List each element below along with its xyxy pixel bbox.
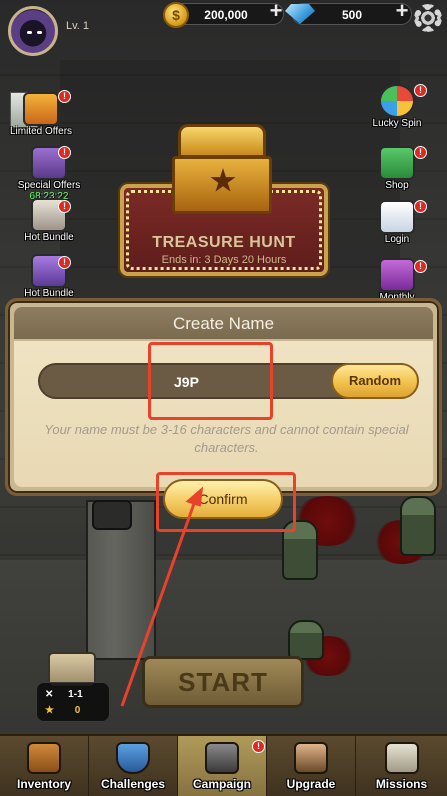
crossed-swords-icon: ✕ (45, 689, 54, 700)
notification-badge: ! (58, 146, 71, 159)
monthly-button[interactable]: Monthly ! (362, 258, 432, 303)
limited-offers-button[interactable]: Limited Offers ! (6, 90, 76, 137)
start-button[interactable]: START (142, 656, 304, 708)
gear-icon[interactable] (414, 4, 442, 32)
stage-number: 1-1 (68, 689, 83, 700)
tab-inventory-label: Inventory (16, 777, 71, 791)
tab-upgrade-label: Upgrade (286, 777, 336, 791)
soldier-icon (294, 742, 328, 774)
calendar-icon (379, 200, 415, 234)
stars-row: ★ 0 (45, 705, 80, 716)
add-gems-button[interactable]: + (392, 0, 412, 22)
shop-button[interactable]: Shop ! (362, 146, 432, 191)
tab-campaign-label: Campaign (192, 777, 251, 791)
treasure-chest-icon (172, 124, 272, 216)
tab-campaign[interactable]: Campaign ! (178, 736, 267, 796)
star-icon: ★ (45, 705, 54, 716)
add-coins-button[interactable]: + (266, 0, 286, 22)
stars-count: 0 (74, 705, 81, 716)
lucky-spin-label: Lucky Spin (372, 118, 422, 129)
bottom-tab-bar: Inventory Challenges Campaign ! Upgrade … (0, 734, 447, 796)
notification-badge: ! (58, 200, 71, 213)
notification-badge: ! (58, 256, 71, 269)
hot-bundle-button-2[interactable]: Hot Bundle ! (14, 254, 84, 299)
tab-inventory[interactable]: Inventory (0, 736, 89, 796)
wheel-icon (379, 84, 415, 118)
special-offers-label: Special Offers (17, 180, 81, 191)
stage-info: ✕ 1-1 ★ 0 (36, 682, 110, 722)
lucky-spin-button[interactable]: Lucky Spin ! (362, 84, 432, 129)
name-highlight-box (148, 342, 273, 420)
random-name-button[interactable]: Random (331, 363, 419, 399)
special-offers-button[interactable]: Special Offers 68:23:22 ! (14, 146, 84, 202)
notification-badge: ! (414, 200, 427, 213)
tab-missions[interactable]: Missions (356, 736, 447, 796)
tab-challenges[interactable]: Challenges (89, 736, 178, 796)
stage-row: ✕ 1-1 (45, 689, 83, 700)
top-bar: Lv. 1 $ 200,000 + 500 + (0, 0, 447, 60)
backpack-icon (27, 742, 61, 774)
notification-badge: ! (252, 740, 265, 753)
notification-badge: ! (58, 90, 71, 103)
book-icon (379, 258, 415, 292)
gem-value: 500 (341, 8, 363, 22)
limited-offers-label: Limited Offers (9, 126, 73, 137)
cart-icon (379, 146, 415, 180)
notification-badge: ! (414, 84, 427, 97)
treasure-hunt-timer: Ends in: 3 Days 20 Hours (161, 254, 287, 266)
crossed-guns-icon (205, 742, 239, 774)
hot-bundle-button[interactable]: Hot Bundle ! (14, 198, 84, 243)
shield-icon (116, 742, 150, 774)
login-label: Login (384, 234, 410, 245)
login-button[interactable]: Login ! (362, 200, 432, 245)
dialog-title: Create Name (172, 314, 275, 333)
notification-badge: ! (414, 146, 427, 159)
gift-icon (23, 92, 59, 126)
tab-challenges-label: Challenges (100, 777, 166, 791)
clipboard-icon (384, 742, 419, 774)
name-rules-hint: Your name must be 3-16 characters and ca… (44, 422, 409, 455)
tab-upgrade[interactable]: Upgrade (267, 736, 356, 796)
tab-missions-label: Missions (375, 777, 428, 791)
hot-bundle-label: Hot Bundle (24, 232, 74, 243)
confirm-highlight-box (156, 472, 296, 532)
treasure-hunt-title: TREASURE HUNT (152, 234, 296, 251)
player-level: Lv. 1 (66, 20, 90, 32)
shop-label: Shop (385, 180, 409, 191)
dialog-header: Create Name (14, 307, 433, 339)
coin-value: 200,000 (204, 8, 248, 22)
notification-badge: ! (414, 260, 427, 273)
player-avatar[interactable] (8, 6, 58, 56)
